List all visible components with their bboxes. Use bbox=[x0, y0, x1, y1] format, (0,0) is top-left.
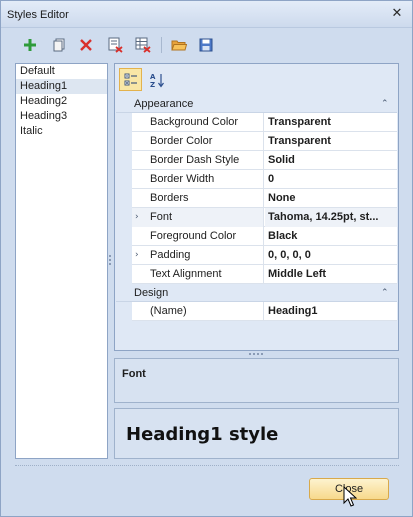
list-delete-icon bbox=[108, 37, 123, 53]
property-grid: Appearance ⌃ Background Color Transparent Bo… bbox=[116, 95, 397, 321]
styles-editor-window: Styles Editor ✕ Default Heading1 Heading… bbox=[0, 0, 413, 517]
category-label: Appearance bbox=[134, 98, 194, 110]
toolbar-separator bbox=[161, 37, 162, 53]
row-gutter bbox=[116, 151, 132, 170]
property-name[interactable]: Font bbox=[132, 208, 264, 227]
save-button[interactable] bbox=[195, 34, 217, 56]
folder-open-icon bbox=[171, 40, 187, 51]
property-row[interactable]: Border Color Transparent bbox=[116, 132, 397, 151]
category-row-design[interactable]: Design ⌃ bbox=[116, 284, 397, 302]
property-value[interactable]: 0, 0, 0, 0 bbox=[265, 246, 397, 265]
property-name[interactable]: Border Dash Style bbox=[132, 151, 264, 170]
copy-icon bbox=[53, 38, 65, 52]
copy-style-button[interactable] bbox=[48, 34, 70, 56]
row-gutter bbox=[116, 189, 132, 208]
property-grid-panel: A Z Appearance ⌃ Background Color Transpare… bbox=[114, 63, 399, 351]
title-bar: Styles Editor ✕ bbox=[1, 1, 412, 28]
row-gutter bbox=[116, 227, 132, 246]
grid-delete-icon bbox=[135, 37, 151, 53]
style-list-item[interactable]: Default bbox=[16, 64, 107, 79]
expand-chevron-icon[interactable]: › bbox=[135, 246, 139, 265]
property-row[interactable]: Borders None bbox=[116, 189, 397, 208]
description-title: Font bbox=[122, 368, 146, 380]
property-value[interactable]: Middle Left bbox=[265, 265, 397, 284]
row-gutter bbox=[116, 170, 132, 189]
property-row[interactable]: Font › Tahoma, 14.25pt, st... bbox=[116, 208, 397, 227]
footer-divider bbox=[15, 465, 399, 466]
property-row[interactable]: Border Dash Style Solid bbox=[116, 151, 397, 170]
property-value[interactable]: Tahoma, 14.25pt, st... bbox=[265, 208, 397, 227]
collapse-chevron-icon[interactable]: ⌃ bbox=[381, 284, 391, 302]
style-list-item[interactable]: Heading3 bbox=[16, 109, 107, 124]
property-name[interactable]: Background Color bbox=[132, 113, 264, 132]
style-list-item[interactable]: Italic bbox=[16, 124, 107, 139]
svg-text:Z: Z bbox=[150, 81, 155, 88]
clear-all-button[interactable] bbox=[132, 34, 154, 56]
property-value[interactable]: 0 bbox=[265, 170, 397, 189]
plus-icon bbox=[24, 39, 36, 51]
row-gutter bbox=[116, 265, 132, 284]
property-name[interactable]: Padding bbox=[132, 246, 264, 265]
property-row[interactable]: Background Color Transparent bbox=[116, 113, 397, 132]
horizontal-splitter[interactable] bbox=[249, 353, 263, 356]
property-row[interactable]: Border Width 0 bbox=[116, 170, 397, 189]
property-row[interactable]: Foreground Color Black bbox=[116, 227, 397, 246]
close-window-icon[interactable]: ✕ bbox=[390, 7, 404, 21]
delete-style-button[interactable] bbox=[75, 34, 97, 56]
row-gutter bbox=[116, 208, 132, 227]
add-style-button[interactable] bbox=[19, 34, 41, 56]
window-title: Styles Editor bbox=[7, 9, 69, 21]
property-row[interactable]: Padding › 0, 0, 0, 0 bbox=[116, 246, 397, 265]
row-gutter bbox=[116, 246, 132, 265]
property-value[interactable]: Solid bbox=[265, 151, 397, 170]
sort-az-icon: A Z bbox=[150, 73, 164, 88]
property-name[interactable]: Borders bbox=[132, 189, 264, 208]
open-button[interactable] bbox=[168, 34, 190, 56]
row-gutter bbox=[116, 302, 132, 321]
categorized-button[interactable] bbox=[119, 68, 142, 91]
property-value[interactable]: Transparent bbox=[265, 132, 397, 151]
property-name[interactable]: Border Width bbox=[132, 170, 264, 189]
svg-text:A: A bbox=[150, 73, 156, 81]
alphabetical-button[interactable]: A Z bbox=[145, 68, 168, 91]
vertical-splitter[interactable] bbox=[109, 255, 112, 269]
categorized-icon bbox=[124, 73, 137, 85]
style-preview-text: Heading1 style bbox=[126, 424, 279, 445]
row-gutter bbox=[116, 132, 132, 151]
save-icon bbox=[199, 38, 213, 52]
property-value[interactable]: Transparent bbox=[265, 113, 397, 132]
property-name[interactable]: (Name) bbox=[132, 302, 264, 321]
description-panel: Font bbox=[114, 358, 399, 403]
property-value[interactable]: Heading1 bbox=[265, 302, 397, 321]
delete-icon bbox=[80, 39, 92, 51]
styles-list[interactable]: Default Heading1 Heading2 Heading3 Italic bbox=[15, 63, 108, 459]
collapse-chevron-icon[interactable]: ⌃ bbox=[381, 95, 391, 113]
mouse-pointer-icon bbox=[343, 486, 357, 507]
property-value[interactable]: None bbox=[265, 189, 397, 208]
row-gutter bbox=[116, 113, 132, 132]
property-name[interactable]: Border Color bbox=[132, 132, 264, 151]
property-name[interactable]: Foreground Color bbox=[132, 227, 264, 246]
style-list-item[interactable]: Heading2 bbox=[16, 94, 107, 109]
style-preview-panel: Heading1 style bbox=[114, 408, 399, 459]
category-row-appearance[interactable]: Appearance ⌃ bbox=[116, 95, 397, 113]
property-grid-toolbar: A Z bbox=[115, 64, 398, 95]
style-list-item[interactable]: Heading1 bbox=[16, 79, 107, 94]
category-label: Design bbox=[134, 287, 169, 299]
remove-unused-button[interactable] bbox=[104, 34, 126, 56]
property-name[interactable]: Text Alignment bbox=[132, 265, 264, 284]
expand-chevron-icon[interactable]: › bbox=[135, 208, 139, 227]
property-row[interactable]: (Name) Heading1 bbox=[116, 302, 397, 321]
property-value[interactable]: Black bbox=[265, 227, 397, 246]
property-row[interactable]: Text Alignment Middle Left bbox=[116, 265, 397, 284]
